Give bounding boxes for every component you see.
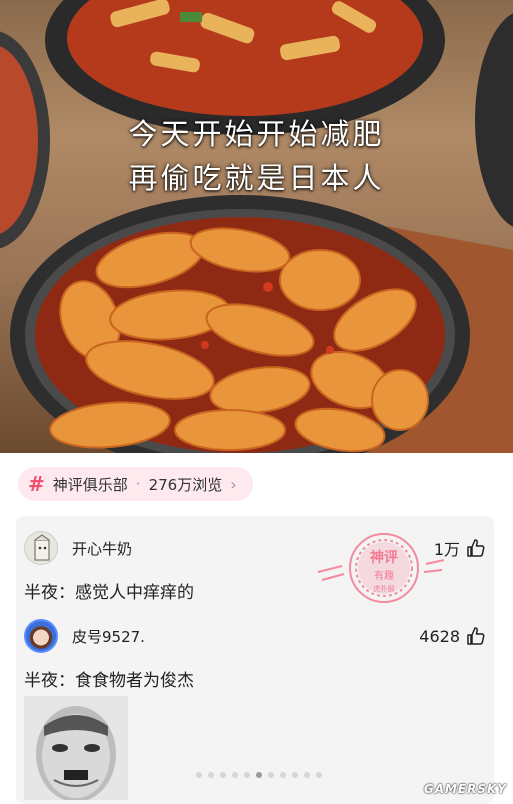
thumbs-up-icon <box>467 539 485 557</box>
topic-separator: · <box>135 475 141 493</box>
topic-chip[interactable]: # 神评俱乐部 · 276万浏览 › <box>18 467 253 501</box>
pager-dots[interactable] <box>196 772 322 778</box>
pager-dot[interactable] <box>220 772 226 778</box>
comment-text: 半夜：感觉人中痒痒的 <box>24 583 194 603</box>
pager-dot[interactable] <box>232 772 238 778</box>
username[interactable]: 皮号9527. <box>72 626 145 647</box>
like-button[interactable]: 4628 <box>419 626 486 646</box>
like-button[interactable]: 1万 <box>434 536 486 560</box>
pager-dot[interactable] <box>304 772 310 778</box>
stamp-text-2: 有趣 <box>374 569 394 582</box>
pager-dot[interactable] <box>208 772 214 778</box>
comment-card: 神评 有趣 虎扑部 开心牛奶 1万 半夜：感觉人中痒痒的 皮号9527. 462… <box>16 516 494 804</box>
like-count: 4628 <box>419 626 460 646</box>
comment-text: 半夜：食食物者为俊杰 <box>24 671 194 691</box>
food-illustration <box>0 0 513 453</box>
avatar[interactable] <box>24 619 58 653</box>
chevron-right-icon: › <box>230 474 237 494</box>
pager-dot[interactable] <box>316 772 322 778</box>
username[interactable]: 开心牛奶 <box>72 538 132 559</box>
pager-dot[interactable] <box>256 772 262 778</box>
thumbs-up-icon <box>467 627 485 645</box>
hash-icon: # <box>28 472 45 496</box>
stamp-text-3: 虎扑部 <box>374 584 395 593</box>
comment-header-1: 开心牛奶 1万 <box>24 530 486 566</box>
pager-dot[interactable] <box>280 772 286 778</box>
topic-views: 276万浏览 <box>148 475 223 494</box>
topic-name: 神评俱乐部 <box>52 475 128 494</box>
pager-dot[interactable] <box>292 772 298 778</box>
pager-dot[interactable] <box>196 772 202 778</box>
photo-caption-line2: 再偷吃就是日本人 <box>128 161 385 195</box>
pager-dot[interactable] <box>244 772 250 778</box>
pager-dot[interactable] <box>268 772 274 778</box>
food-photo[interactable]: 今天开始开始减肥 再偷吃就是日本人 <box>0 0 513 453</box>
meme-image[interactable] <box>24 696 128 800</box>
avatar[interactable] <box>24 531 58 565</box>
photo-caption-line1: 今天开始开始减肥 <box>128 117 385 151</box>
watermark: GAMERSKY <box>423 782 507 796</box>
like-count: 1万 <box>433 540 460 559</box>
comment-header-2: 皮号9527. 4628 <box>24 618 486 654</box>
